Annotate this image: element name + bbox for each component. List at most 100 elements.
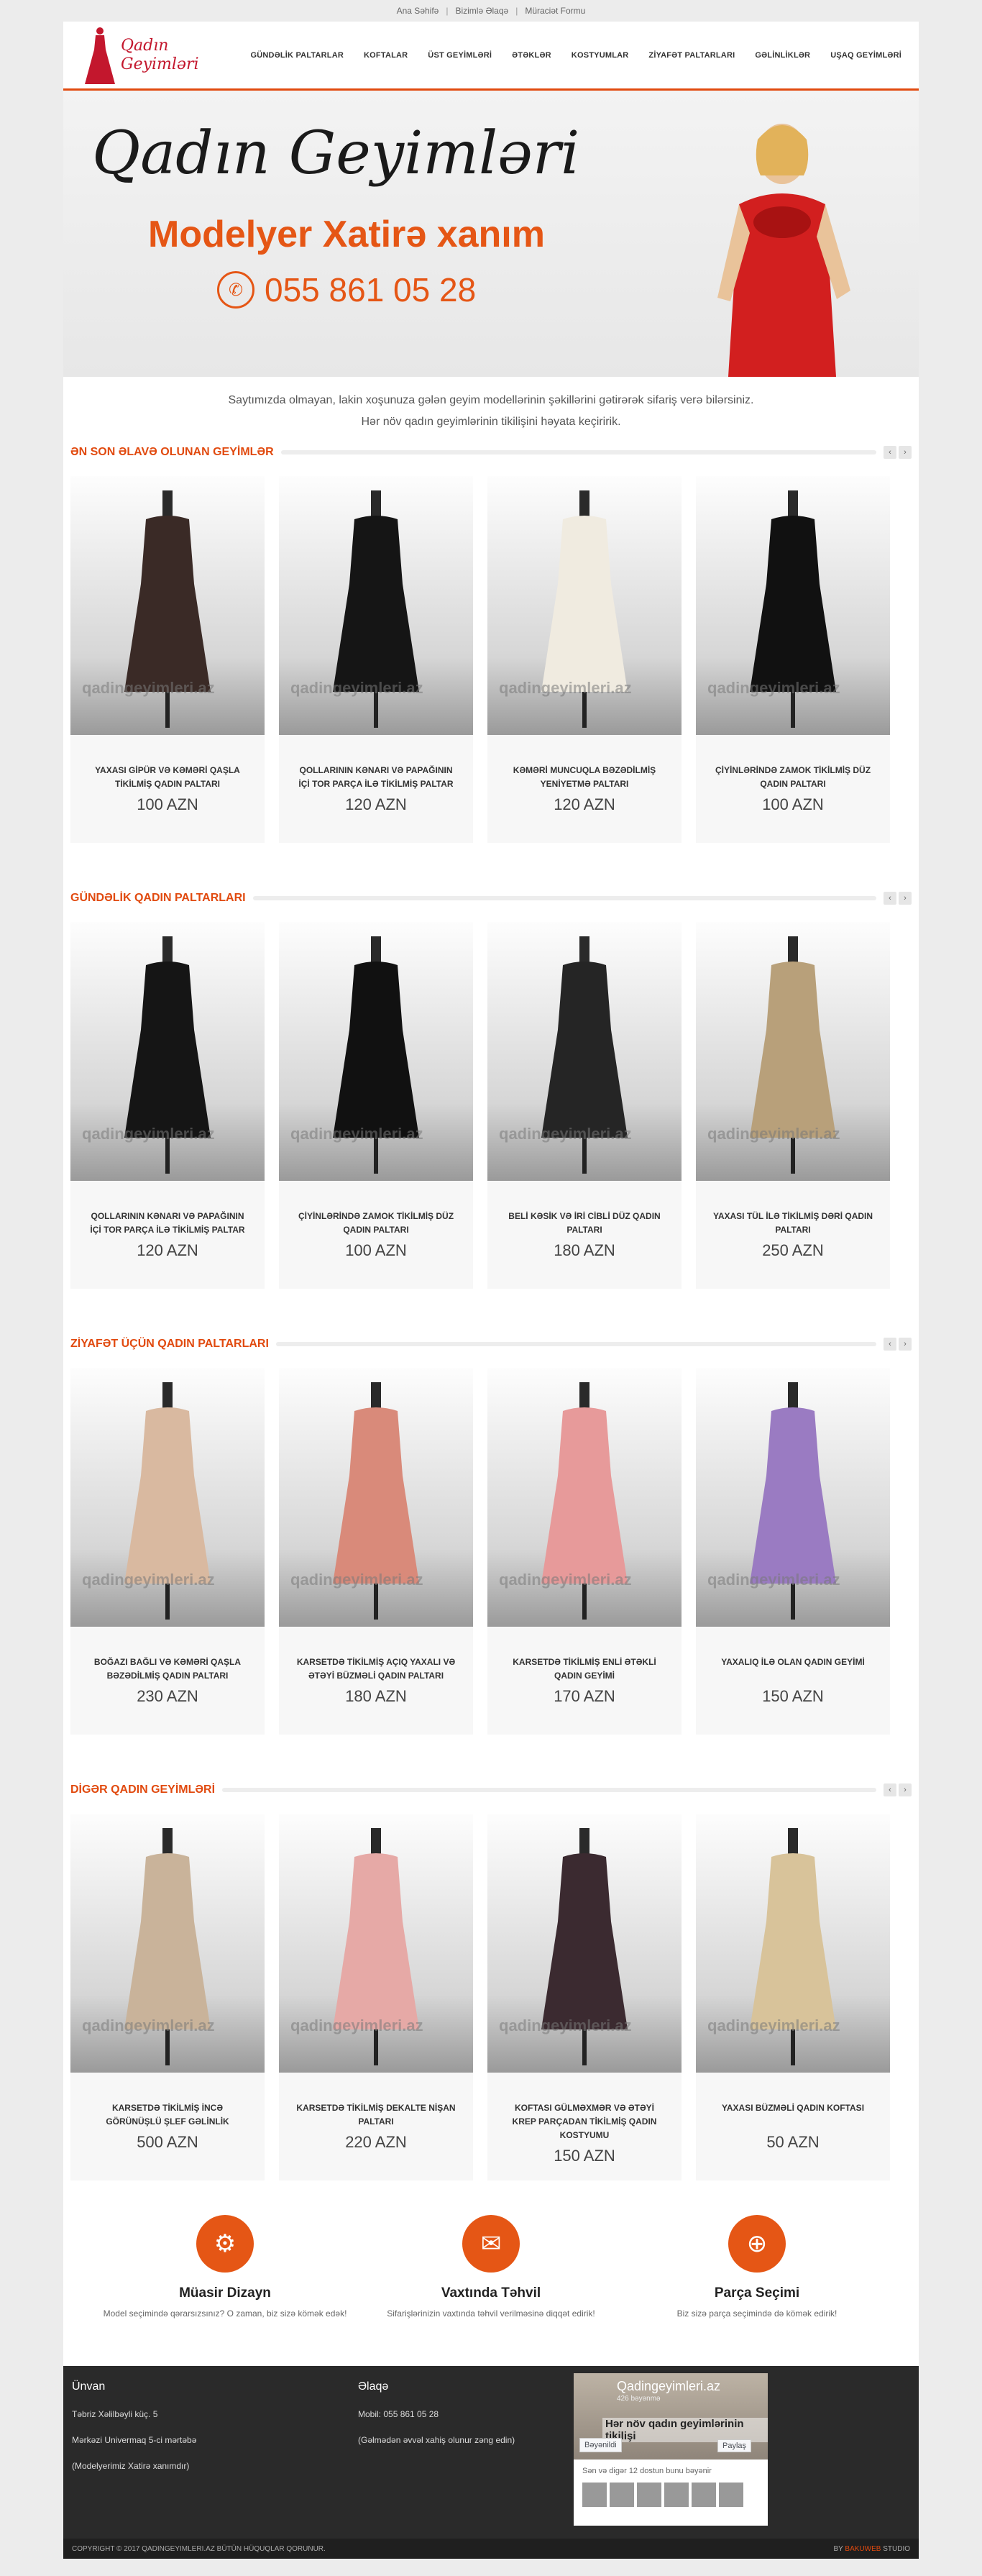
product-photo[interactable]: qadingeyimleri.az xyxy=(279,1814,473,2073)
avatar[interactable] xyxy=(692,2483,716,2507)
nav-wedding[interactable]: GƏLİNLİKLƏR xyxy=(745,51,820,60)
product-price: 120 AZN xyxy=(345,795,407,813)
product-photo[interactable]: qadingeyimleri.az xyxy=(487,476,682,735)
product-name[interactable]: YAXASI BÜZMƏLİ QADIN KOFTASI xyxy=(696,2101,890,2129)
footer-contact-title: Əlaqə xyxy=(358,2380,389,2393)
studio-brand: BAKUWEB xyxy=(845,2544,881,2553)
product-name[interactable]: BELİ KƏSİK VƏ İRİ CİBLİ DÜZ QADIN PALTAR… xyxy=(487,1210,682,1237)
nav-kids[interactable]: UŞAQ GEYİMLƏRİ xyxy=(820,51,912,60)
avatar[interactable] xyxy=(664,2483,689,2507)
studio-credit[interactable]: BY BAKUWEB STUDIO xyxy=(833,2545,910,2553)
fb-friends-text: Sən və digər 12 dostun bunu bəyənir xyxy=(582,2467,712,2475)
carousel-controls: ‹ › xyxy=(884,1338,912,1351)
product-card[interactable]: qadingeyimleri.az QOLLARININ KƏNARI VƏ PA… xyxy=(70,922,265,1289)
prev-arrow-icon[interactable]: ‹ xyxy=(884,892,896,905)
nav-suits[interactable]: KOSTYUMLAR xyxy=(561,51,639,60)
product-name[interactable]: BOĞAZI BAĞLI VƏ KƏMƏRİ QAŞLA BƏZƏDİLMİŞ … xyxy=(70,1655,265,1683)
product-section: ƏN SON ƏLAVƏ OLUNAN GEYİMLƏR ‹ › qadingeyim… xyxy=(63,446,919,843)
nav-party-dresses[interactable]: ZİYAFƏT PALTARLARI xyxy=(638,51,745,60)
hero-banner[interactable]: Qadın Geyimləri Modelyer Xatirə xanım ✆ … xyxy=(63,91,919,377)
avatar[interactable] xyxy=(637,2483,661,2507)
next-arrow-icon[interactable]: › xyxy=(899,892,912,905)
avatar[interactable] xyxy=(610,2483,634,2507)
product-card[interactable]: qadingeyimleri.az ÇİYİNLƏRİNDƏ ZAMOK TİKİ… xyxy=(279,922,473,1289)
nav-blouses[interactable]: KOFTALAR xyxy=(354,51,418,60)
product-photo[interactable]: qadingeyimleri.az xyxy=(487,922,682,1181)
product-photo[interactable]: qadingeyimleri.az xyxy=(696,1814,890,2073)
product-photo[interactable]: qadingeyimleri.az xyxy=(279,922,473,1181)
watermark: qadingeyimleri.az xyxy=(707,1571,840,1589)
product-name[interactable]: KARSETDƏ TİKİLMİŞ DEKALTE NİŞAN PALTARI xyxy=(279,2101,473,2129)
nav-outerwear[interactable]: ÜST GEYİMLƏRİ xyxy=(418,51,502,60)
product-name[interactable]: KARSETDƏ TİKİLMİŞ İNCƏ GÖRÜNÜŞLÜ ŞLEF GƏ… xyxy=(70,2101,265,2129)
product-photo[interactable]: qadingeyimleri.az xyxy=(487,1814,682,2073)
prev-arrow-icon[interactable]: ‹ xyxy=(884,1338,896,1351)
product-name[interactable]: KOFTASI GÜLMƏXMƏR VƏ ƏTƏYİ KREP PARÇADAN… xyxy=(487,2101,682,2142)
prev-arrow-icon[interactable]: ‹ xyxy=(884,1783,896,1796)
product-name[interactable]: ÇİYİNLƏRİNDƏ ZAMOK TİKİLMİŞ DÜZ QADIN PA… xyxy=(279,1210,473,1237)
product-card[interactable]: qadingeyimleri.az YAXALIQ İLƏ OLAN QADIN … xyxy=(696,1368,890,1735)
product-photo[interactable]: qadingeyimleri.az xyxy=(70,922,265,1181)
product-photo[interactable]: qadingeyimleri.az xyxy=(70,476,265,735)
watermark: qadingeyimleri.az xyxy=(82,1571,215,1589)
product-card[interactable]: qadingeyimleri.az YAXASI TÜL İLƏ TİKİLMİŞ… xyxy=(696,922,890,1289)
fb-like-button[interactable]: Bəyənildi xyxy=(579,2438,622,2452)
product-card[interactable]: qadingeyimleri.az ÇİYİNLƏRİNDƏ ZAMOK TİKİ… xyxy=(696,476,890,843)
next-arrow-icon[interactable]: › xyxy=(899,446,912,459)
product-card[interactable]: qadingeyimleri.az KARSETDƏ TİKİLMİŞ AÇIQ … xyxy=(279,1368,473,1735)
nav-daily-dresses[interactable]: GÜNDƏLİK PALTARLAR xyxy=(241,51,354,60)
product-name[interactable]: KARSETDƏ TİKİLMİŞ AÇIQ YAXALI VƏ ƏTƏYİ B… xyxy=(279,1655,473,1683)
product-card[interactable]: qadingeyimleri.az KARSETDƏ TİKİLMİŞ DEKAL… xyxy=(279,1814,473,2180)
product-card[interactable]: qadingeyimleri.az QOLLARININ KƏNARI VƏ PA… xyxy=(279,476,473,843)
contact-link[interactable]: Bizimlə Əlaqə xyxy=(451,6,513,16)
product-price: 100 AZN xyxy=(762,795,824,813)
product-photo[interactable]: qadingeyimleri.az xyxy=(279,1368,473,1627)
product-card[interactable]: qadingeyimleri.az YAXASI BÜZMƏLİ QADIN KO… xyxy=(696,1814,890,2180)
product-name[interactable]: YAXASI GİPÜR VƏ KƏMƏRİ QAŞLA TİKİLMİŞ QA… xyxy=(70,764,265,791)
product-card[interactable]: qadingeyimleri.az KARSETDƏ TİKİLMİŞ ENLİ … xyxy=(487,1368,682,1735)
product-photo[interactable]: qadingeyimleri.az xyxy=(696,476,890,735)
product-photo[interactable]: qadingeyimleri.az xyxy=(70,1814,265,2073)
avatar[interactable] xyxy=(719,2483,743,2507)
watermark: qadingeyimleri.az xyxy=(290,2017,423,2034)
product-name[interactable]: YAXALIQ İLƏ OLAN QADIN GEYİMİ xyxy=(696,1655,890,1683)
prev-arrow-icon[interactable]: ‹ xyxy=(884,446,896,459)
request-form-link[interactable]: Müraciət Formu xyxy=(520,6,589,16)
section-header: GÜNDƏLİK QADIN PALTARLARI ‹ › xyxy=(63,892,919,905)
product-name[interactable]: YAXASI TÜL İLƏ TİKİLMİŞ DƏRİ QADIN PALTA… xyxy=(696,1210,890,1237)
footer-contact: Əlaqə Mobil: 055 861 05 28 (Gəlmədən əvv… xyxy=(358,2380,515,2461)
product-card[interactable]: qadingeyimleri.az KOFTASI GÜLMƏXMƏR VƏ ƏT… xyxy=(487,1814,682,2180)
product-price: 100 AZN xyxy=(345,1241,407,1259)
facebook-page-widget[interactable]: Qadingeyimleri.az 426 bəyənmə Hər növ qa… xyxy=(574,2373,768,2526)
product-card[interactable]: qadingeyimleri.az YAXASI GİPÜR VƏ KƏMƏRİ … xyxy=(70,476,265,843)
feature-title: Vaxtında Təhvil xyxy=(441,2285,541,2301)
product-photo[interactable]: qadingeyimleri.az xyxy=(696,1368,890,1627)
product-card[interactable]: qadingeyimleri.az BOĞAZI BAĞLI VƏ KƏMƏRİ … xyxy=(70,1368,265,1735)
section-title: ZİYAFƏT ÜÇÜN QADIN PALTARLARI xyxy=(70,1338,269,1350)
next-arrow-icon[interactable]: › xyxy=(899,1783,912,1796)
product-name[interactable]: KƏMƏRİ MUNCUQLA BƏZƏDİLMİŞ YENİYETMƏ PAL… xyxy=(487,764,682,791)
product-photo[interactable]: qadingeyimleri.az xyxy=(487,1368,682,1627)
product-photo[interactable]: qadingeyimleri.az xyxy=(279,476,473,735)
copyright-bar: COPYRIGHT © 2017 QADINGEYIMLERI.AZ BÜTÜN… xyxy=(63,2539,919,2559)
product-card[interactable]: qadingeyimleri.az KARSETDƏ TİKİLMİŞ İNCƏ … xyxy=(70,1814,265,2180)
avatar[interactable] xyxy=(582,2483,607,2507)
product-name[interactable]: ÇİYİNLƏRİNDƏ ZAMOK TİKİLMİŞ DÜZ QADIN PA… xyxy=(696,764,890,791)
product-card[interactable]: qadingeyimleri.az KƏMƏRİ MUNCUQLA BƏZƏDİL… xyxy=(487,476,682,843)
fb-page-name[interactable]: Qadingeyimleri.az xyxy=(617,2379,720,2394)
product-name[interactable]: QOLLARININ KƏNARI VƏ PAPAĞININ İÇİ TOR P… xyxy=(279,764,473,791)
product-price: 250 AZN xyxy=(762,1241,824,1259)
product-photo[interactable]: qadingeyimleri.az xyxy=(70,1368,265,1627)
product-name[interactable]: KARSETDƏ TİKİLMİŞ ENLİ ƏTƏKLİ QADIN GEYİ… xyxy=(487,1655,682,1683)
home-link[interactable]: Ana Səhifə xyxy=(393,6,444,16)
footer-note: (Gəlmədən əvvəl xahiş olunur zəng edin) xyxy=(358,2435,515,2445)
product-photo[interactable]: qadingeyimleri.az xyxy=(696,922,890,1181)
section-header: ƏN SON ƏLAVƏ OLUNAN GEYİMLƏR ‹ › xyxy=(63,446,919,459)
nav-skirts[interactable]: ƏTƏKLƏR xyxy=(502,51,561,60)
product-card[interactable]: qadingeyimleri.az BELİ KƏSİK VƏ İRİ CİBLİ… xyxy=(487,922,682,1289)
site-logo[interactable]: Qadın Geyimləri xyxy=(83,25,227,86)
product-grid: qadingeyimleri.az BOĞAZI BAĞLI VƏ KƏMƏRİ … xyxy=(63,1368,919,1735)
fb-share-button[interactable]: Paylaş xyxy=(717,2439,752,2452)
product-name[interactable]: QOLLARININ KƏNARI VƏ PAPAĞININ İÇİ TOR P… xyxy=(70,1210,265,1237)
next-arrow-icon[interactable]: › xyxy=(899,1338,912,1351)
